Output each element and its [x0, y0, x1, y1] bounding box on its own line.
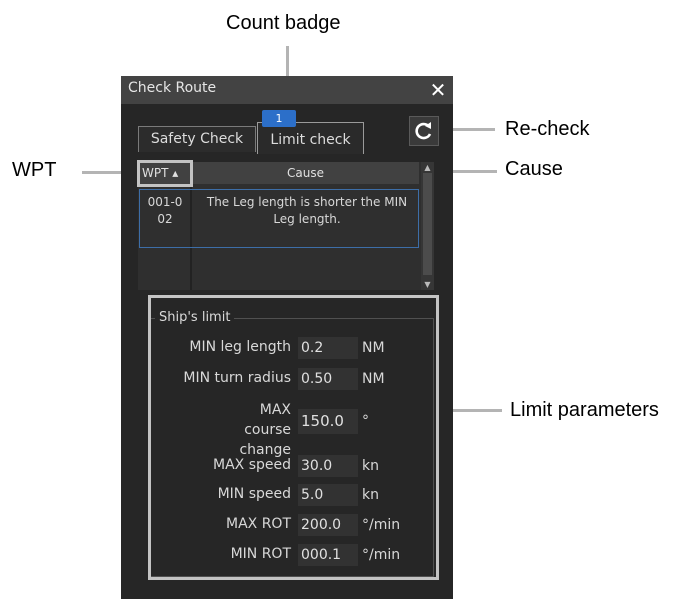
tab-safety-check[interactable]: Safety Check — [138, 126, 256, 152]
title-bar: Check Route ✕ — [121, 76, 453, 104]
scroll-up-icon[interactable]: ▲ — [421, 162, 434, 173]
row-cause-cell: The Leg length is shorter the MIN Leg le… — [206, 195, 408, 226]
dialog-title: Check Route — [128, 80, 217, 96]
refresh-icon — [415, 122, 432, 140]
highlight-limit-parameters — [148, 295, 439, 580]
callout-wpt: WPT — [12, 159, 57, 181]
callout-limit-parameters: Limit parameters — [510, 399, 659, 421]
close-icon[interactable]: ✕ — [427, 79, 449, 101]
scroll-down-icon[interactable]: ▼ — [421, 279, 434, 290]
callout-recheck: Re-check — [505, 118, 590, 140]
callout-cause: Cause — [505, 158, 563, 180]
highlight-wpt-header — [137, 160, 193, 187]
recheck-button[interactable] — [409, 116, 439, 146]
leader-line-recheck — [450, 128, 495, 131]
count-badge: 1 — [262, 110, 296, 127]
column-header-cause[interactable]: Cause — [192, 162, 419, 184]
callout-count-badge: Count badge — [226, 12, 341, 34]
row-wpt-cell: 001-0 02 — [147, 195, 183, 226]
scrollbar-thumb[interactable] — [423, 173, 432, 275]
